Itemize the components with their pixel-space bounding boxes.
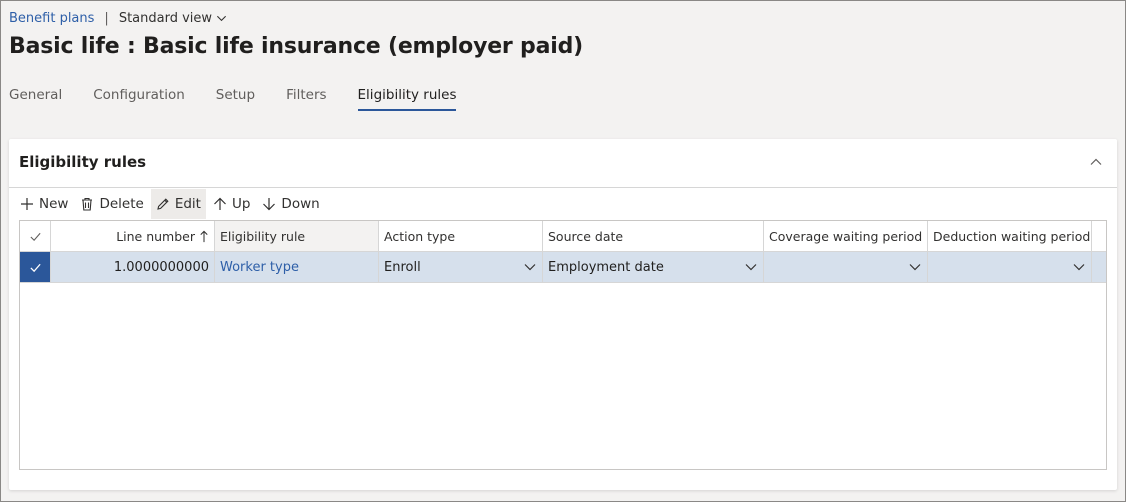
tab-filters[interactable]: Filters [286, 87, 326, 111]
breadcrumb: Benefit plans | Standard view [9, 9, 227, 27]
page-title: Basic life : Basic life insurance (emplo… [9, 34, 583, 59]
delete-button-label: Delete [99, 196, 144, 212]
action-type-value: Enroll [384, 259, 421, 275]
down-button[interactable]: Down [257, 189, 324, 219]
column-header-action-type[interactable]: Action type [379, 221, 543, 251]
eligibility-rules-grid: Line number Eligibility rule Action type… [19, 220, 1107, 470]
tab-setup[interactable]: Setup [216, 87, 255, 111]
breadcrumb-benefit-plans-link[interactable]: Benefit plans [9, 11, 94, 26]
select-all-checkbox[interactable] [20, 221, 51, 251]
plus-icon [21, 198, 33, 210]
section-header[interactable]: Eligibility rules [9, 139, 1117, 188]
chevron-up-icon[interactable] [1089, 155, 1103, 169]
pencil-icon [157, 198, 169, 210]
up-button[interactable]: Up [208, 189, 255, 219]
column-header-source-date[interactable]: Source date [543, 221, 764, 251]
chevron-down-icon[interactable] [523, 260, 537, 274]
source-date-value: Employment date [548, 259, 664, 275]
section-title: Eligibility rules [19, 153, 147, 171]
column-header-coverage-waiting-period[interactable]: Coverage waiting period [764, 221, 928, 251]
new-button[interactable]: New [15, 189, 73, 219]
column-header-line-number-label: Line number [116, 228, 195, 244]
source-date-dropdown[interactable]: Employment date [543, 252, 764, 282]
tab-eligibility-rules[interactable]: Eligibility rules [357, 87, 457, 111]
edit-button-label: Edit [174, 196, 201, 212]
action-toolbar: New Delete Edit Up Down [15, 188, 327, 220]
row-selected-indicator [20, 252, 50, 282]
tab-general[interactable]: General [9, 87, 62, 111]
trash-icon [82, 197, 93, 211]
grid-header-row: Line number Eligibility rule Action type… [20, 221, 1106, 252]
column-header-deduction-waiting-period[interactable]: Deduction waiting period [928, 221, 1092, 251]
deduction-waiting-period-dropdown[interactable] [928, 252, 1092, 282]
sort-ascending-icon [200, 230, 208, 242]
eligibility-rule-link[interactable]: Worker type [220, 260, 299, 275]
coverage-waiting-period-dropdown[interactable] [764, 252, 928, 282]
arrow-up-icon [214, 197, 226, 210]
checkmark-icon [29, 232, 41, 241]
delete-button[interactable]: Delete [75, 189, 148, 219]
table-row[interactable]: 1.0000000000 Worker type Enroll Employme… [20, 252, 1106, 283]
action-type-dropdown[interactable]: Enroll [379, 252, 543, 282]
line-number-cell[interactable]: 1.0000000000 [51, 252, 215, 282]
edit-button[interactable]: Edit [150, 189, 206, 219]
eligibility-rules-section: Eligibility rules New Delete Edit Up Dow… [9, 139, 1117, 490]
chevron-down-icon[interactable] [908, 260, 922, 274]
view-selector-label: Standard view [118, 10, 213, 26]
view-selector[interactable]: Standard view [119, 11, 227, 26]
column-header-eligibility-rule[interactable]: Eligibility rule [215, 221, 379, 251]
column-header-line-number[interactable]: Line number [51, 221, 215, 251]
tab-bar: General Configuration Setup Filters Elig… [9, 87, 487, 111]
breadcrumb-separator: | [104, 10, 109, 26]
new-button-label: New [39, 196, 69, 212]
down-button-label: Down [281, 196, 320, 212]
up-button-label: Up [231, 196, 251, 212]
eligibility-rule-cell[interactable]: Worker type [215, 252, 379, 282]
chevron-down-icon [217, 15, 227, 21]
checkmark-icon [29, 263, 41, 272]
arrow-down-icon [263, 198, 276, 211]
chevron-down-icon[interactable] [1072, 260, 1086, 274]
row-select-checkbox[interactable] [20, 252, 51, 282]
chevron-down-icon[interactable] [744, 260, 758, 274]
tab-configuration[interactable]: Configuration [93, 87, 185, 111]
